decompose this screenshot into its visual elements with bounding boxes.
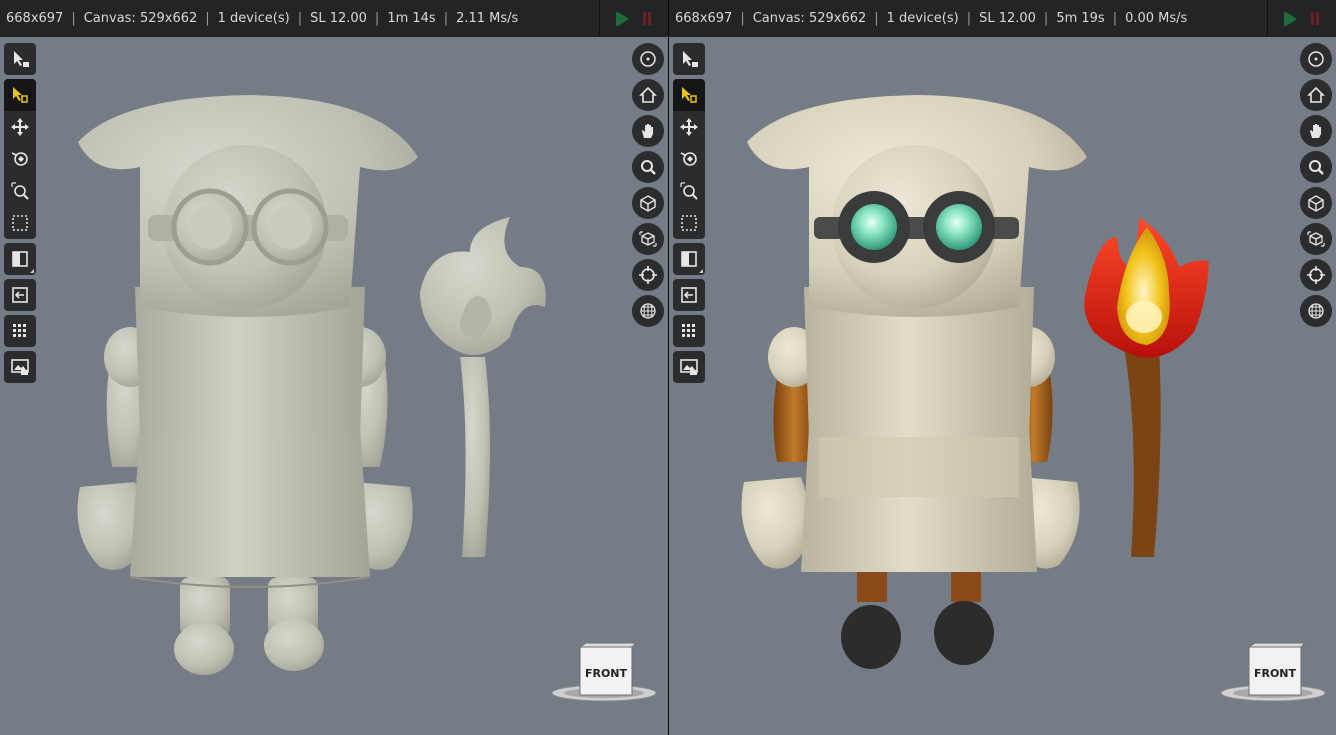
separator: |	[966, 11, 972, 26]
crosshair-icon[interactable]	[1300, 259, 1332, 291]
render-viewport-textured[interactable]: FRONT	[669, 37, 1336, 735]
separator: |	[874, 11, 879, 26]
marquee-select-icon[interactable]	[673, 207, 705, 239]
viewport-pane-left: 668x697 | Canvas: 529x662 | 1 device(s) …	[0, 0, 668, 735]
render-controls	[1267, 0, 1336, 37]
device-count-readout: 1 device(s)	[217, 11, 290, 26]
marquee-select-icon[interactable]	[4, 207, 36, 239]
right-navigation-palette	[632, 43, 664, 327]
left-tool-palette	[673, 43, 705, 387]
grid-icon[interactable]	[673, 315, 705, 347]
split-view-icon[interactable]	[673, 243, 705, 275]
target-icon[interactable]	[632, 43, 664, 75]
zoom-icon[interactable]	[632, 151, 664, 183]
separator: |	[297, 11, 303, 26]
home-icon[interactable]	[632, 79, 664, 111]
clay-character-render	[77, 95, 546, 675]
target-icon[interactable]	[1300, 43, 1332, 75]
separator: |	[443, 11, 449, 26]
cube-perspective-icon[interactable]	[632, 223, 664, 255]
textured-character-render	[741, 95, 1209, 669]
render-time-readout: 5m 19s	[1056, 11, 1105, 26]
status-bar-left: 668x697 | Canvas: 529x662 | 1 device(s) …	[0, 0, 668, 37]
pause-icon[interactable]	[642, 12, 651, 25]
sample-rate-readout: 2.11 Ms/s	[456, 11, 519, 26]
home-icon[interactable]	[1300, 79, 1332, 111]
grid-icon[interactable]	[4, 315, 36, 347]
screenshot-icon[interactable]	[4, 351, 36, 383]
sample-level-readout: SL 12.00	[979, 11, 1036, 26]
resolution-readout: 668x697	[6, 11, 64, 26]
pause-icon[interactable]	[1310, 12, 1319, 25]
separator: |	[374, 11, 380, 26]
device-count-readout: 1 device(s)	[886, 11, 959, 26]
status-bar-right: 668x697 | Canvas: 529x662 | 1 device(s) …	[669, 0, 1336, 37]
light-icon[interactable]	[4, 143, 36, 175]
cube-perspective-icon[interactable]	[1300, 223, 1332, 255]
resolution-readout: 668x697	[675, 11, 733, 26]
globe-grid-icon[interactable]	[632, 295, 664, 327]
select-object-icon[interactable]	[673, 79, 705, 111]
pan-hand-icon[interactable]	[632, 115, 664, 147]
separator: |	[1043, 11, 1049, 26]
right-navigation-palette	[1300, 43, 1332, 327]
exit-view-icon[interactable]	[4, 279, 36, 311]
globe-grid-icon[interactable]	[1300, 295, 1332, 327]
crosshair-icon[interactable]	[632, 259, 664, 291]
light-icon[interactable]	[673, 143, 705, 175]
select-lock-icon[interactable]	[4, 43, 36, 75]
zoom-region-icon[interactable]	[673, 175, 705, 207]
separator: |	[71, 11, 76, 26]
view-cube-label: FRONT	[1254, 667, 1297, 680]
screenshot-icon[interactable]	[673, 351, 705, 383]
play-icon[interactable]	[615, 11, 629, 26]
canvas-size-readout: Canvas: 529x662	[752, 11, 867, 26]
separator: |	[205, 11, 210, 26]
cube-view-icon[interactable]	[1300, 187, 1332, 219]
select-lock-icon[interactable]	[673, 43, 705, 75]
split-view-icon[interactable]	[4, 243, 36, 275]
move-icon[interactable]	[4, 111, 36, 143]
play-icon[interactable]	[1283, 11, 1297, 26]
viewport-pane-right: 668x697 | Canvas: 529x662 | 1 device(s) …	[669, 0, 1336, 735]
cube-view-icon[interactable]	[632, 187, 664, 219]
separator: |	[740, 11, 745, 26]
sample-level-readout: SL 12.00	[310, 11, 367, 26]
render-time-readout: 1m 14s	[387, 11, 436, 26]
sample-rate-readout: 0.00 Ms/s	[1125, 11, 1188, 26]
render-controls	[599, 0, 668, 37]
canvas-size-readout: Canvas: 529x662	[83, 11, 198, 26]
pan-hand-icon[interactable]	[1300, 115, 1332, 147]
zoom-region-icon[interactable]	[4, 175, 36, 207]
separator: |	[1112, 11, 1118, 26]
render-viewport-clay[interactable]: FRONT	[0, 37, 668, 735]
left-tool-palette	[4, 43, 36, 387]
view-cube-front[interactable]: FRONT	[1219, 641, 1327, 705]
select-object-icon[interactable]	[4, 79, 36, 111]
move-icon[interactable]	[673, 111, 705, 143]
exit-view-icon[interactable]	[673, 279, 705, 311]
view-cube-front[interactable]: FRONT	[550, 641, 658, 705]
zoom-icon[interactable]	[1300, 151, 1332, 183]
view-cube-label: FRONT	[585, 667, 628, 680]
